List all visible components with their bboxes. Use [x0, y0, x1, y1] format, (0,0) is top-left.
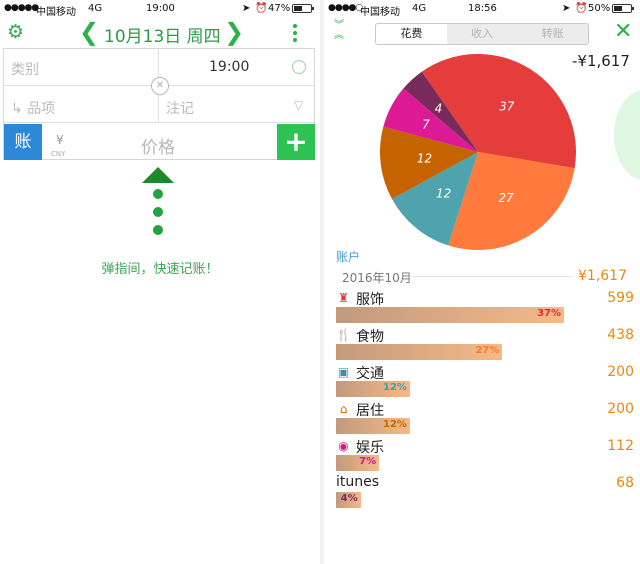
category-bar[interactable]: 37% [336, 307, 564, 323]
entry-screen: ●●●●● 中国移动 4G 19:00 ➤ ⏰ 47% ⚙ ❮ 10月13日 周… [0, 0, 320, 564]
category-bar[interactable]: 27% [336, 344, 503, 360]
more-options-icon[interactable] [293, 24, 299, 45]
clock-icon[interactable] [292, 60, 306, 74]
gamepad-icon: ◉ [338, 439, 349, 453]
category-percent: 27% [475, 345, 500, 356]
chevron-right-icon[interactable]: ❯ [224, 18, 244, 46]
status-bar: ●●●●● 中国移动 4G 19:00 ➤ ⏰ 47% [0, 0, 320, 18]
location-icon: ➤ [242, 3, 251, 14]
triangle-down-icon[interactable]: ▽ [294, 98, 303, 112]
type-segmented-control: 花费 收入 转账 [375, 23, 589, 45]
expense-pie-chart[interactable]: 37 27 12 12 74 [378, 52, 578, 252]
category-bar[interactable]: 12% [336, 381, 410, 397]
category-percent: 37% [537, 308, 561, 319]
category-name[interactable]: itunes [336, 474, 379, 490]
status-time: 18:56 [468, 3, 497, 14]
month-divider [412, 276, 572, 277]
currency-code: CNY [51, 150, 66, 158]
category-bar[interactable]: 7% [336, 455, 380, 471]
category-name[interactable]: 食物 [356, 326, 384, 346]
hint-dot [153, 225, 163, 235]
hint-dot [153, 189, 163, 199]
subitem-arrow-icon: ↳ [11, 101, 28, 117]
category-amount: 599 [607, 290, 634, 306]
pie-slice-label: 7 [422, 118, 430, 132]
pie-slice-label: 12 [436, 187, 451, 201]
network-label: 4G [412, 3, 427, 14]
account-button[interactable]: 账 [4, 124, 42, 160]
alarm-icon: ⏰ [255, 3, 268, 14]
battery-icon [292, 4, 314, 13]
alarm-icon: ⏰ [575, 3, 588, 14]
total-amount: -¥1,617 [572, 52, 630, 70]
gear-icon[interactable]: ⚙ [7, 22, 24, 42]
category-bar[interactable]: 4% [336, 492, 361, 508]
month-total: ¥1,617 [578, 268, 627, 284]
month-label: 2016年10月 [342, 271, 412, 285]
category-amount: 112 [607, 438, 634, 454]
clothing-icon: ♜ [338, 291, 349, 305]
house-icon: ⌂ [339, 402, 348, 416]
summary-screen: ●●●●○ 中国移动 4G 18:56 ➤ ⏰ 50% ︾ ︽ 花费 收入 转账 … [324, 0, 640, 564]
tab-expense[interactable]: 花费 [376, 24, 447, 44]
category-amount: 438 [607, 327, 634, 343]
battery-icon [612, 4, 634, 13]
network-label: 4G [88, 3, 103, 14]
hint-text: 弹指间，快速记账！ [101, 262, 219, 277]
clear-icon[interactable]: ✕ [151, 77, 169, 95]
item-field[interactable]: ↳ 品项 [11, 98, 55, 118]
carrier-label: 中国移动 [36, 7, 76, 18]
swipe-up-arrow-icon [142, 167, 174, 183]
hint-dot [153, 207, 163, 217]
category-percent: 12% [383, 382, 407, 393]
note-field[interactable]: 注记 [166, 98, 194, 118]
status-time: 19:00 [146, 3, 175, 14]
tab-transfer[interactable]: 转账 [517, 24, 588, 44]
status-bar: ●●●●○ 中国移动 4G 18:56 ➤ ⏰ 50% [324, 0, 640, 18]
category-name[interactable]: 服饰 [356, 289, 384, 309]
entry-form: 类别 19:00 ↳ 品项 注记 ▽ ✕ 账 ¥ CNY 价格 + [3, 48, 315, 160]
bus-icon: ▣ [337, 365, 350, 379]
summary-header: ︾ ︽ 花费 收入 转账 ✕ [324, 18, 640, 50]
category-amount: 68 [616, 475, 634, 491]
category-amount: 200 [607, 364, 634, 380]
signal-icon: ●●●●○ [328, 3, 363, 13]
time-field[interactable]: 19:00 [209, 59, 249, 75]
pie-slice-label: 12 [417, 151, 432, 165]
add-entry-button[interactable]: + [277, 124, 315, 160]
signal-icon: ●●●●● [4, 3, 39, 13]
pie-slice-label: 37 [499, 99, 515, 113]
category-name[interactable]: 交通 [356, 363, 384, 383]
category-percent: 4% [340, 493, 358, 504]
category-field[interactable]: 类别 [11, 59, 39, 79]
close-icon[interactable]: ✕ [614, 20, 632, 44]
price-input[interactable]: 价格 [141, 133, 175, 158]
location-icon: ➤ [562, 3, 571, 14]
category-name[interactable]: 娱乐 [356, 437, 384, 457]
chevron-left-icon[interactable]: ❮ [79, 18, 99, 46]
currency-symbol: ¥ [56, 133, 64, 147]
section-title: 账户 [336, 250, 361, 264]
pie-slice-label: 4 [435, 101, 443, 115]
category-bar[interactable]: 12% [336, 418, 410, 434]
background-glow [614, 90, 640, 180]
collapse-icon[interactable]: ︾ ︽ [334, 21, 344, 41]
carrier-label: 中国移动 [360, 7, 400, 18]
item-placeholder: 品项 [27, 101, 56, 117]
category-percent: 7% [359, 456, 377, 467]
category-percent: 12% [383, 419, 407, 430]
battery-percent: 47% [268, 3, 291, 14]
pie-slice-label: 27 [498, 191, 514, 205]
battery-percent: 50% [588, 3, 611, 14]
fork-knife-icon: 🍴 [336, 328, 351, 342]
category-amount: 200 [607, 401, 634, 417]
date-navigation: ⚙ ❮ 10月13日 周四 ❯ [0, 18, 320, 48]
date-title[interactable]: 10月13日 周四 [104, 22, 221, 47]
tab-income[interactable]: 收入 [447, 24, 518, 44]
category-name[interactable]: 居住 [356, 400, 384, 420]
